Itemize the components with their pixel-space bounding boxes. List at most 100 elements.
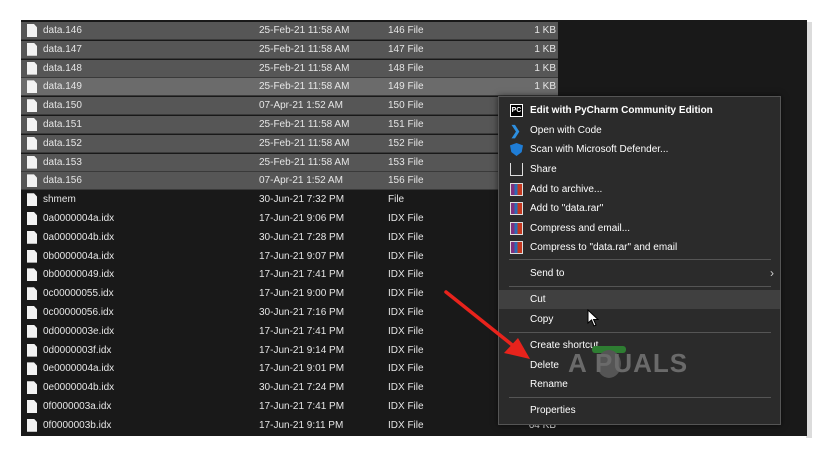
file-date: 25-Feb-21 11:58 AM xyxy=(259,156,350,168)
file-date: 17-Jun-21 9:11 PM xyxy=(259,419,344,431)
file-type: IDX File xyxy=(388,288,424,300)
menu-item-edit-with-pycharm-community-edition[interactable]: PC Edit with PyCharm Community Edition xyxy=(499,101,780,120)
defender-shield-icon xyxy=(510,143,523,156)
menu-item-compress-to-data-rar-and-email[interactable]: Compress to "data.rar" and email xyxy=(499,238,780,257)
menu-item-copy[interactable]: Copy xyxy=(499,310,780,329)
file-name: data.146 xyxy=(43,25,82,36)
file-date: 30-Jun-21 7:32 PM xyxy=(259,194,345,206)
file-icon xyxy=(27,212,37,225)
file-date: 25-Feb-21 11:58 AM xyxy=(259,43,350,55)
file-icon xyxy=(27,306,37,319)
file-date: 25-Feb-21 11:58 AM xyxy=(259,137,350,149)
file-name: 0c00000055.idx xyxy=(43,288,114,300)
file-type: IDX File xyxy=(388,231,424,243)
chevron-right-icon: › xyxy=(770,266,774,280)
menu-separator xyxy=(509,286,771,287)
file-name: data.156 xyxy=(43,175,82,187)
file-name: shmem xyxy=(43,194,76,206)
file-row[interactable]: data.152 25-Feb-21 11:58 AM 152 File xyxy=(21,134,558,153)
file-icon xyxy=(27,61,37,75)
file-date: 17-Jun-21 7:41 PM xyxy=(259,325,345,337)
menu-item-scan-with-microsoft-defender[interactable]: Scan with Microsoft Defender... xyxy=(499,140,780,159)
file-row[interactable]: data.146 25-Feb-21 11:58 AM 146 File 1 KB xyxy=(21,22,558,40)
menu-item-share[interactable]: Share xyxy=(499,160,780,179)
file-icon xyxy=(27,99,37,113)
file-icon xyxy=(27,324,37,338)
menu-item-label: Compress and email... xyxy=(530,223,631,234)
file-type: IDX File xyxy=(388,213,424,224)
file-row[interactable]: data.151 25-Feb-21 11:58 AM 151 File xyxy=(21,116,558,134)
file-type: IDX File xyxy=(388,363,424,375)
file-type: 152 File xyxy=(388,137,424,149)
file-type: IDX File xyxy=(388,325,424,337)
file-name: data.147 xyxy=(43,43,82,55)
file-name: 0d0000003f.idx xyxy=(43,344,112,356)
file-icon xyxy=(27,268,37,282)
file-name: 0d0000003e.idx xyxy=(43,325,115,337)
file-type: 150 File xyxy=(388,100,424,112)
file-name: 0f0000003b.idx xyxy=(43,419,112,431)
menu-item-label: Edit with PyCharm Community Edition xyxy=(530,105,713,116)
menu-item-label: Rename xyxy=(530,379,568,390)
menu-separator xyxy=(509,332,771,333)
file-date: 30-Jun-21 7:28 PM xyxy=(259,231,345,243)
file-icon xyxy=(27,193,37,207)
file-date: 25-Feb-21 11:58 AM xyxy=(259,81,350,93)
file-date: 17-Jun-21 7:41 PM xyxy=(259,269,345,281)
file-name: 0b0000004a.idx xyxy=(43,250,115,262)
file-type: 148 File xyxy=(388,62,424,74)
file-type: IDX File xyxy=(388,382,424,394)
menu-separator xyxy=(509,259,771,260)
file-row[interactable]: data.147 25-Feb-21 11:58 AM 147 File 1 KB xyxy=(21,40,558,59)
file-type: 147 File xyxy=(388,43,424,55)
file-size: 1 KB xyxy=(534,81,556,93)
file-name: data.150 xyxy=(43,100,82,112)
file-icon xyxy=(27,249,37,263)
file-type: 146 File xyxy=(388,25,424,36)
file-name: data.148 xyxy=(43,62,82,74)
file-row[interactable]: data.156 07-Apr-21 1:52 AM 156 File xyxy=(21,172,558,191)
file-icon xyxy=(27,343,37,357)
file-name: 0a0000004b.idx xyxy=(43,231,115,243)
file-date: 17-Jun-21 9:00 PM xyxy=(259,288,345,300)
menu-separator xyxy=(509,397,771,398)
file-type: IDX File xyxy=(388,307,424,318)
menu-item-compress-and-email[interactable]: Compress and email... xyxy=(499,219,780,238)
file-date: 30-Jun-21 7:16 PM xyxy=(259,307,345,318)
winrar-icon xyxy=(510,222,523,235)
file-icon xyxy=(27,418,37,432)
file-type: File xyxy=(388,194,405,206)
file-row[interactable]: data.150 07-Apr-21 1:52 AM 150 File xyxy=(21,97,558,116)
file-date: 17-Jun-21 9:07 PM xyxy=(259,250,345,262)
file-row[interactable]: data.153 25-Feb-21 11:58 AM 153 File xyxy=(21,153,558,172)
file-row[interactable]: data.148 25-Feb-21 11:58 AM 148 File 1 KB xyxy=(21,59,558,78)
vscode-icon: ❯ xyxy=(510,123,521,138)
file-name: data.151 xyxy=(43,119,82,130)
file-date: 17-Jun-21 9:14 PM xyxy=(259,344,345,356)
menu-item-add-to-archive[interactable]: Add to archive... xyxy=(499,180,780,199)
menu-item-send-to[interactable]: Send to › xyxy=(499,264,780,283)
file-name: data.153 xyxy=(43,156,82,168)
menu-item-label: Properties xyxy=(530,405,576,416)
file-name: data.149 xyxy=(43,81,82,93)
menu-item-open-with-code[interactable]: ❯ Open with Code xyxy=(499,121,780,140)
menu-item-cut[interactable]: Cut xyxy=(499,290,780,309)
menu-item-properties[interactable]: Properties xyxy=(499,401,780,420)
file-type: IDX File xyxy=(388,344,424,356)
file-row[interactable]: data.149 25-Feb-21 11:58 AM 149 File 1 KB xyxy=(21,78,558,97)
file-type: 149 File xyxy=(388,81,424,93)
menu-item-add-to-data-rar[interactable]: Add to "data.rar" xyxy=(499,199,780,218)
menu-item-label: Compress to "data.rar" and email xyxy=(530,242,678,253)
file-size: 1 KB xyxy=(534,43,556,55)
file-type: IDX File xyxy=(388,269,424,281)
file-explorer-pane: data.146 25-Feb-21 11:58 AM 146 File 1 KB da… xyxy=(21,20,807,436)
file-type: IDX File xyxy=(388,401,424,412)
file-icon xyxy=(27,80,37,94)
file-name: 0f0000003a.idx xyxy=(43,401,112,412)
file-type: 153 File xyxy=(388,156,424,168)
menu-item-label: Share xyxy=(530,164,557,175)
file-type: 156 File xyxy=(388,175,424,187)
menu-item-label: Open with Code xyxy=(530,125,602,136)
file-icon xyxy=(27,381,37,395)
file-size: 1 KB xyxy=(534,25,556,36)
